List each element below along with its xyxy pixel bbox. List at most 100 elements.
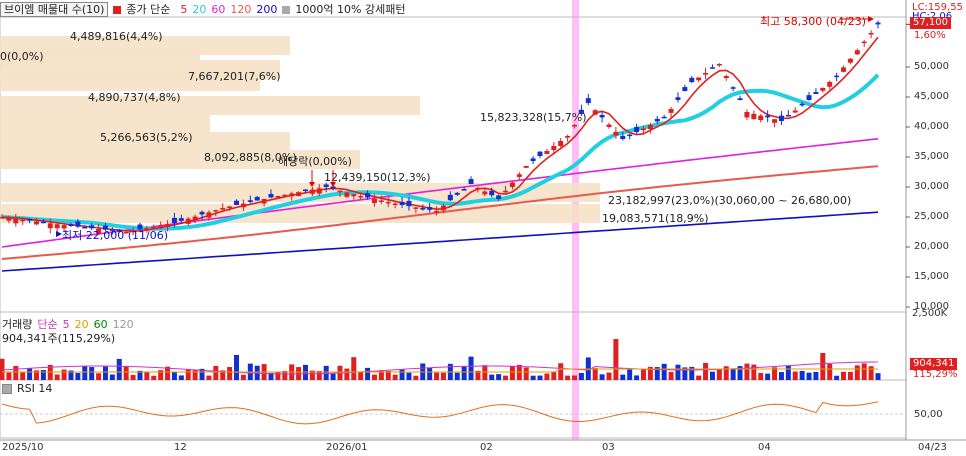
candle-body (778, 115, 784, 121)
volume-bar (744, 363, 750, 380)
candle-body (392, 203, 398, 205)
y-tick-50000: 50,000 (914, 61, 949, 72)
volume-ma-60: 60 (93, 317, 108, 331)
candle-body (565, 136, 571, 138)
volume-bar (661, 363, 667, 380)
candle-body (440, 205, 446, 211)
candle-body (192, 216, 198, 220)
volume-bar (523, 367, 529, 380)
candle-body (765, 115, 771, 118)
volume-bar (151, 375, 157, 380)
candle-body (447, 194, 453, 201)
last-price-badge: 57,100 (910, 17, 951, 29)
volume-bar (130, 374, 136, 380)
candle-body (847, 58, 853, 63)
volume-profile-label: 15,823,328(15,7%) (480, 111, 587, 124)
y-tick-15000: 15,000 (914, 271, 949, 282)
volume-bar (716, 369, 722, 380)
volume-bar (468, 356, 474, 380)
volume-bar (406, 372, 412, 380)
volume-bar (482, 365, 488, 380)
ma-60-label: 60 (211, 2, 226, 16)
candle-body (468, 179, 474, 184)
volume-bar (434, 372, 440, 380)
candle-body (378, 200, 384, 202)
y-tick-30000: 30,000 (914, 181, 949, 192)
high-annotation: 최고 58,300 (04/23) (760, 15, 867, 28)
candle-body (6, 217, 12, 221)
candle-body (296, 192, 302, 197)
volume-bar (613, 339, 619, 380)
volume-bar (358, 371, 364, 380)
candle-body (434, 211, 440, 213)
candle-body (309, 189, 315, 194)
volume-bar (820, 352, 826, 380)
candle-body (420, 208, 426, 210)
candle-body (868, 33, 874, 35)
volume-bar (185, 369, 191, 380)
volume-bar (116, 358, 122, 380)
candle-body (861, 41, 867, 44)
candle-body (792, 110, 798, 113)
x-tick-02: 02 (480, 442, 493, 453)
ma-120-label: 120 (230, 2, 252, 16)
volume-bar (323, 365, 329, 380)
volume-profile-title[interactable]: 브이엠 매물대 수(10) (0, 1, 109, 17)
volume-ma-20: 20 (74, 317, 89, 331)
candle-body (620, 135, 626, 139)
volume-bar (365, 367, 371, 380)
candle-body (344, 192, 350, 197)
candle-body (537, 151, 543, 156)
volume-bar (61, 369, 67, 380)
volume-bar (627, 369, 633, 380)
candle-body (606, 124, 612, 128)
volume-bar (330, 373, 336, 380)
volume-bar (606, 372, 612, 380)
candle-body (482, 191, 488, 195)
candle-body (254, 196, 260, 201)
volume-bar (75, 372, 81, 380)
candle-body (302, 189, 308, 192)
candle-body (716, 64, 722, 66)
candle-body (68, 224, 74, 226)
candle-body (875, 22, 881, 25)
candle-body (682, 87, 688, 91)
close-ma-label: 종가 단순 (113, 1, 175, 17)
pct-badge: 1,60% (914, 30, 946, 41)
candle-body (227, 206, 233, 208)
rsi-panel (0, 379, 907, 439)
candle-body (40, 221, 46, 224)
pattern-label: 1000억 10% 강세패턴 (282, 1, 410, 17)
volume-bar (592, 368, 598, 380)
volume-bar (551, 372, 557, 380)
volume-bar (440, 372, 446, 380)
volume-bar (351, 357, 357, 380)
candle-body (813, 92, 819, 94)
flat-annotation: 해당락(0,00%) (278, 155, 352, 168)
last-volume-pct: 115,29% (913, 369, 958, 380)
candle-body (640, 128, 646, 131)
volume-bar (227, 366, 233, 380)
candle-body (33, 221, 39, 225)
candle-body (613, 131, 619, 136)
rsi-tick-50: 50,00 (914, 409, 943, 420)
candle-body (365, 193, 371, 198)
candle-body (599, 114, 605, 118)
candle-body (282, 194, 288, 197)
volume-bar (489, 374, 495, 380)
candle-body (737, 98, 743, 100)
candle-body (503, 190, 509, 193)
candle-body (75, 221, 81, 227)
candle-body (323, 184, 329, 187)
volume-bar (758, 372, 764, 380)
volume-bar (806, 372, 812, 380)
x-tick-04: 04 (758, 442, 771, 453)
candle-body (689, 77, 695, 82)
candle-body (385, 202, 391, 204)
y-tick-45000: 45,000 (914, 91, 949, 102)
volume-bar (861, 363, 867, 380)
volume-bar (578, 372, 584, 380)
volume-bar (427, 367, 433, 380)
candle-body (647, 125, 653, 130)
candle-body (509, 182, 515, 187)
